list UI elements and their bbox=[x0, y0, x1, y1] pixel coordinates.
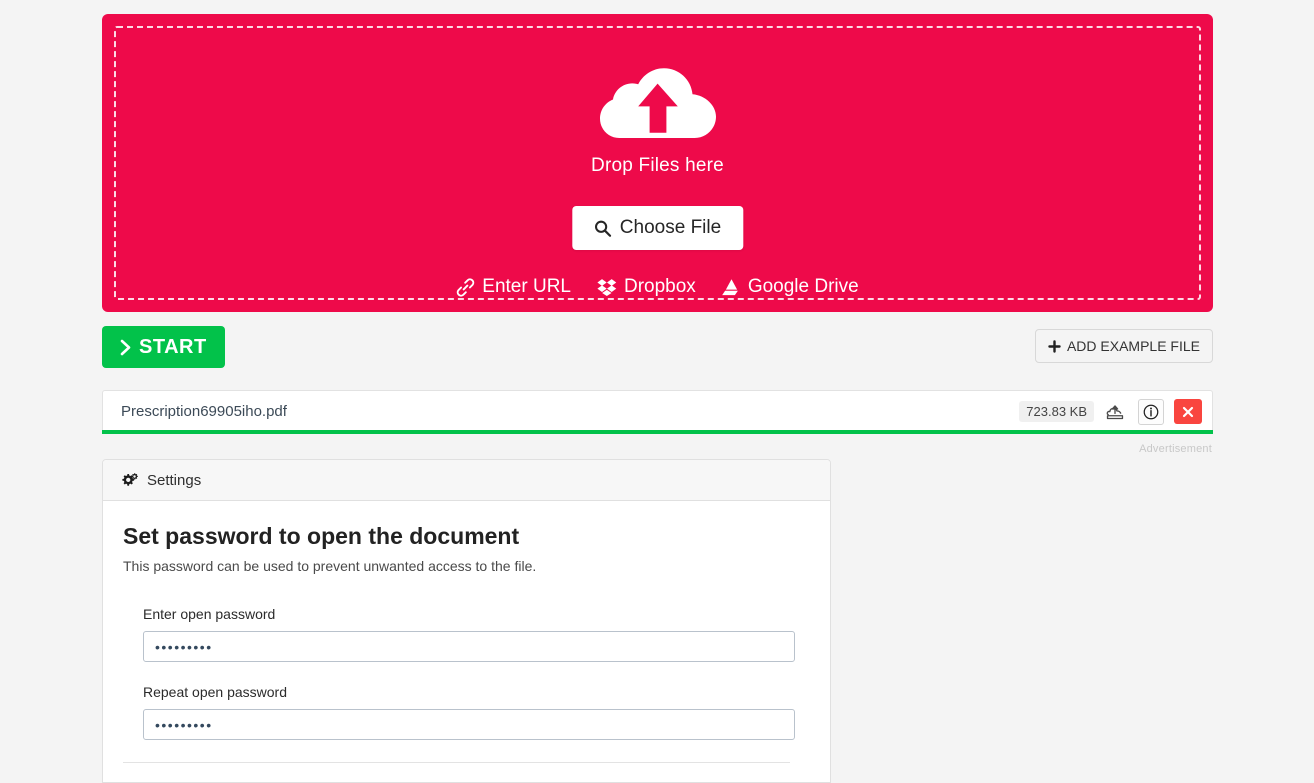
action-bar: START ADD EXAMPLE FILE bbox=[102, 326, 1213, 370]
google-drive-label: Google Drive bbox=[747, 276, 859, 297]
chevron-right-icon bbox=[120, 339, 132, 356]
start-button[interactable]: START bbox=[102, 326, 225, 368]
external-source-links: Enter URL Dropbox Google Drive bbox=[116, 276, 1199, 298]
dropbox-link[interactable]: Dropbox bbox=[597, 276, 696, 298]
choose-file-label: Choose File bbox=[619, 217, 722, 238]
file-size-badge: 723.83 KB bbox=[1019, 401, 1094, 422]
settings-description: This password can be used to prevent unw… bbox=[123, 558, 537, 574]
info-circle-icon bbox=[1143, 404, 1159, 420]
settings-divider bbox=[123, 762, 790, 763]
google-drive-icon bbox=[721, 278, 741, 296]
settings-title: Set password to open the document bbox=[123, 523, 520, 549]
choose-file-button[interactable]: Choose File bbox=[571, 206, 744, 250]
open-password-field-group: Enter open password bbox=[143, 606, 810, 662]
plus-icon bbox=[1048, 339, 1061, 353]
cogs-icon bbox=[121, 472, 139, 488]
page-root: Drop Files here Choose File Enter URL Dr… bbox=[0, 0, 1314, 783]
enter-url-label: Enter URL bbox=[482, 276, 571, 297]
settings-panel-header: Settings bbox=[103, 460, 830, 501]
settings-panel-body: Set password to open the document This p… bbox=[103, 501, 830, 763]
close-x-icon bbox=[1182, 406, 1194, 418]
file-name: Prescription69905iho.pdf bbox=[121, 403, 287, 420]
drop-files-text: Drop Files here bbox=[591, 155, 724, 176]
start-label: START bbox=[139, 335, 207, 358]
uploaded-file-row: Prescription69905iho.pdf 723.83 KB bbox=[102, 390, 1213, 432]
upload-progress-bar bbox=[102, 430, 1213, 434]
file-dropzone[interactable]: Drop Files here Choose File Enter URL Dr… bbox=[102, 14, 1213, 312]
link-icon bbox=[456, 277, 475, 297]
dropzone-prompt: Drop Files here bbox=[116, 60, 1199, 177]
add-example-file-button[interactable]: ADD EXAMPLE FILE bbox=[1034, 329, 1213, 363]
advertisement-label: Advertisement bbox=[1139, 443, 1212, 455]
cloud-upload-small-icon[interactable] bbox=[1102, 399, 1128, 425]
settings-panel: Settings Set password to open the docume… bbox=[102, 459, 831, 783]
repeat-password-field-group: Repeat open password bbox=[143, 684, 810, 740]
file-info-button[interactable] bbox=[1138, 398, 1164, 425]
dropbox-label: Dropbox bbox=[623, 276, 696, 297]
repeat-password-input[interactable] bbox=[143, 709, 795, 740]
dropbox-icon bbox=[597, 278, 617, 297]
add-example-file-label: ADD EXAMPLE FILE bbox=[1066, 338, 1200, 354]
search-icon bbox=[594, 220, 611, 237]
settings-header-label: Settings bbox=[147, 471, 202, 489]
remove-file-button[interactable] bbox=[1174, 399, 1202, 424]
repeat-password-label: Repeat open password bbox=[143, 684, 287, 700]
open-password-label: Enter open password bbox=[143, 606, 276, 622]
cloud-upload-icon bbox=[599, 60, 716, 144]
open-password-input[interactable] bbox=[143, 631, 795, 662]
google-drive-link[interactable]: Google Drive bbox=[721, 276, 859, 298]
dropzone-dashed-border: Drop Files here Choose File Enter URL Dr… bbox=[114, 26, 1201, 300]
enter-url-link[interactable]: Enter URL bbox=[456, 276, 571, 298]
